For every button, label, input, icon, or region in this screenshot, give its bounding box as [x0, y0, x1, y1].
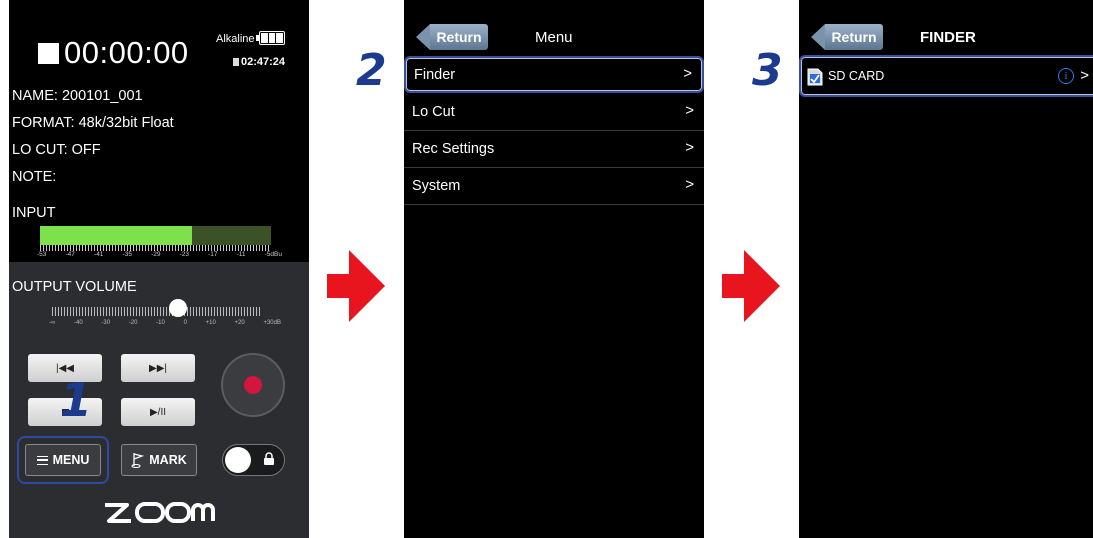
finder-nav-bar: Return FINDER — [799, 0, 1093, 52]
battery-icon — [259, 31, 285, 45]
hold-toggle-knob — [225, 447, 251, 473]
play-pause-icon: ▶/II — [149, 406, 167, 418]
mark-button[interactable]: MARK — [121, 444, 197, 476]
menu-nav-bar: Return Menu — [404, 0, 704, 52]
battery-type: Alkaline — [216, 33, 255, 45]
chevron-right-icon: > — [685, 102, 694, 119]
step-number-1: 1 — [60, 373, 93, 427]
menu-item-finder[interactable]: Finder > — [404, 56, 704, 93]
menu-highlight — [17, 436, 109, 484]
menu-item-label: Rec Settings — [412, 141, 495, 157]
recorder-screen: 00:00:00 Alkaline 02:47:24 NAME: 200101_… — [9, 0, 309, 538]
return-label: Return — [825, 24, 883, 50]
meter-scale-label: -17 — [208, 251, 218, 258]
menu-item-label: Finder — [414, 67, 456, 83]
info-name: NAME: 200101_001 — [12, 88, 143, 104]
step-number-2: 2 — [356, 45, 387, 96]
volume-scale-label: -10 — [156, 320, 165, 326]
chevron-right-icon: > — [685, 176, 694, 193]
finder-item-sd-card[interactable]: SD CARD i > — [799, 55, 1093, 97]
meter-scale-label: -41 — [94, 251, 104, 258]
back-arrow-icon — [811, 24, 825, 50]
play-pause-button[interactable]: ▶/II — [121, 398, 195, 426]
menu-item-rec-settings[interactable]: Rec Settings > — [404, 131, 704, 168]
volume-scale-label: +30dB — [263, 320, 281, 326]
next-icon: ▶▶| — [149, 362, 167, 374]
return-label: Return — [430, 24, 488, 50]
meter-scale-label: -47 — [65, 251, 75, 258]
step-number-3: 3 — [752, 45, 783, 96]
meter-scale-label: -53 — [37, 251, 47, 258]
next-button[interactable]: ▶▶| — [121, 354, 195, 382]
meter-scale-label: -29 — [151, 251, 161, 258]
finder-title: FINDER — [920, 29, 976, 46]
return-button[interactable]: Return — [811, 24, 883, 50]
finder-screen: Return FINDER SD CARD i > — [799, 0, 1093, 538]
input-label: INPUT — [12, 205, 56, 221]
flag-icon — [131, 453, 145, 468]
volume-scale-label: +10 — [205, 320, 216, 326]
zoom-logo — [105, 502, 215, 523]
meter-scale-label: -11 — [236, 251, 246, 258]
volume-scale-label: -30 — [101, 320, 111, 326]
stop-status-icon — [38, 43, 59, 64]
chevron-right-icon: > — [685, 139, 694, 156]
remaining-time: 02:47:24 — [241, 56, 286, 68]
info-icon[interactable]: i — [1058, 68, 1074, 84]
meter-scale-label: -23 — [179, 251, 189, 258]
input-meter-scale: -53 -47 -41 -35 -29 -23 -17 -11 -5dBu — [37, 251, 282, 258]
volume-slider-knob[interactable] — [169, 299, 187, 317]
menu-title: Menu — [535, 29, 573, 46]
status-panel: 00:00:00 Alkaline 02:47:24 NAME: 200101_… — [9, 0, 309, 262]
menu-item-lo-cut[interactable]: Lo Cut > — [404, 94, 704, 131]
prev-icon: |◀◀ — [56, 362, 74, 374]
record-icon — [244, 376, 262, 394]
info-note: NOTE: — [12, 169, 57, 185]
menu-item-label: System — [412, 178, 461, 194]
info-format: FORMAT: 48k/32bit Float — [12, 115, 174, 131]
back-arrow-icon — [416, 24, 430, 50]
meter-scale-label: -5dBu — [264, 251, 282, 258]
return-button[interactable]: Return — [416, 24, 488, 50]
info-locut: LO CUT: OFF — [12, 142, 101, 158]
chevron-right-icon: > — [683, 65, 692, 82]
volume-slider-track[interactable] — [52, 307, 262, 316]
output-volume-label: OUTPUT VOLUME — [12, 279, 137, 295]
lock-icon — [264, 452, 274, 465]
sd-card-icon — [807, 68, 823, 86]
arrow-right-icon — [327, 250, 385, 322]
finder-item-label: SD CARD — [828, 69, 885, 83]
volume-scale: -∞ -40 -30 -20 -10 0 +10 +20 +30dB — [49, 320, 281, 326]
arrow-right-icon — [722, 250, 780, 322]
volume-scale-label: 0 — [183, 320, 187, 326]
elapsed-time: 00:00:00 — [64, 35, 189, 70]
volume-scale-label: -40 — [74, 320, 83, 326]
input-meter-fill — [40, 226, 193, 245]
mark-label: MARK — [149, 453, 187, 467]
volume-scale-label: -20 — [128, 320, 138, 326]
meter-scale-label: -35 — [122, 251, 132, 258]
volume-scale-label: -∞ — [49, 320, 56, 326]
menu-item-system[interactable]: System > — [404, 168, 704, 205]
volume-scale-label: +20 — [234, 320, 245, 326]
menu-screen: Return Menu Finder > Lo Cut > Rec Settin… — [404, 0, 704, 538]
menu-item-label: Lo Cut — [412, 104, 455, 120]
chevron-right-icon: > — [1080, 67, 1089, 84]
sd-card-icon — [233, 58, 239, 66]
